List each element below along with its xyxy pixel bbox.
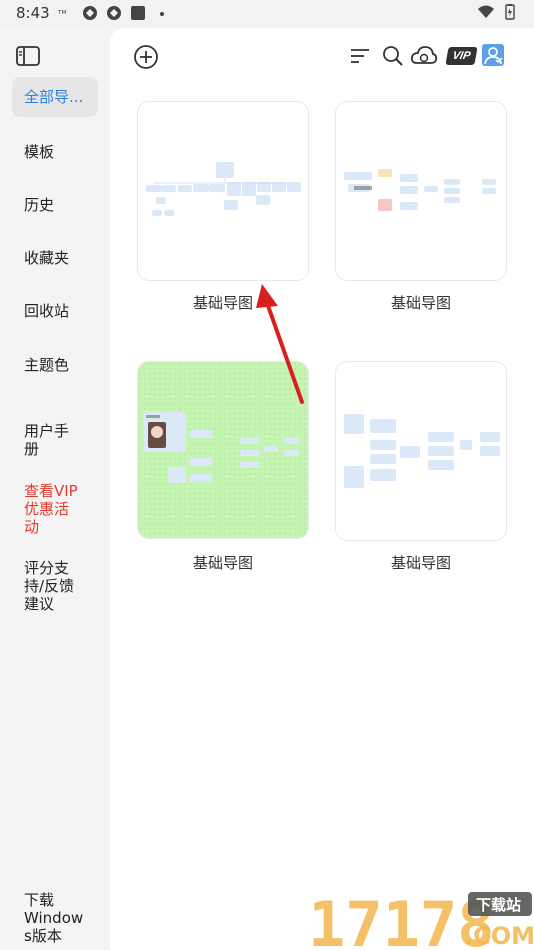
- card-title: 基础导图: [390, 294, 451, 312]
- sort-icon[interactable]: [350, 47, 370, 65]
- sidebar-item-history[interactable]: 历史: [12, 196, 98, 214]
- sidebar-item-vip-offer[interactable]: 查看VIP 优惠活 动: [12, 464, 98, 536]
- sidebar-item-label: 全部导...: [24, 88, 84, 106]
- sidebar-item-recycle-bin[interactable]: 回收站: [12, 302, 98, 320]
- wifi-icon: [478, 5, 494, 18]
- card-title: 基础导图: [192, 554, 253, 572]
- sidebar-item-label: 用户手 册: [24, 422, 70, 458]
- add-icon[interactable]: [133, 44, 159, 70]
- sync-icon: [83, 6, 97, 20]
- status-bar: 8:43 ᵀᴹ: [0, 0, 534, 28]
- sidebar-item-label: 回收站: [24, 302, 70, 320]
- cloud-sync-icon[interactable]: [410, 44, 438, 68]
- status-time: 8:43: [16, 4, 50, 22]
- card-title: 基础导图: [390, 554, 451, 572]
- sidebar-item-label: 下载 Window s版本: [24, 891, 84, 945]
- dot-icon: [160, 12, 164, 16]
- mindmap-thumbnail: [146, 162, 301, 216]
- sidebar-item-download-windows[interactable]: 下载 Window s版本: [12, 873, 98, 945]
- status-notification-icons: ᵀᴹ: [58, 5, 170, 21]
- mindmap-card[interactable]: [335, 361, 507, 541]
- search-icon[interactable]: [382, 45, 404, 67]
- svg-text:ᵀᴹ: ᵀᴹ: [58, 10, 66, 20]
- sidebar-item-all-maps[interactable]: 全部导...: [12, 77, 98, 117]
- app-square-icon: [131, 6, 145, 20]
- battery-icon: [505, 4, 515, 20]
- main-content: VIP 基础导图 基础导图 基础导图 基础导图: [110, 28, 534, 950]
- watermark: 17178 下载站 .COM: [308, 888, 534, 950]
- sidebar-item-theme-color[interactable]: 主题色: [12, 356, 98, 374]
- network-tag-icon: ᵀᴹ: [58, 10, 66, 20]
- sidebar-item-rate-feedback[interactable]: 评分支 持/反馈 建议: [12, 541, 98, 613]
- watermark-logo: 17178 下载站 .COM: [308, 888, 534, 950]
- sidebar-item-label: 历史: [24, 196, 55, 214]
- sidebar-item-label: 查看VIP 优惠活 动: [24, 482, 78, 536]
- sidebar-toggle-icon[interactable]: [16, 46, 40, 66]
- vip-badge-label: VIP: [451, 50, 472, 62]
- mindmap-thumbnail: [344, 414, 500, 488]
- sidebar-item-label: 模板: [24, 143, 55, 161]
- vip-badge[interactable]: VIP: [445, 47, 478, 65]
- sidebar-item-label: 收藏夹: [24, 249, 70, 267]
- watermark-badge: 下载站: [476, 896, 521, 914]
- mindmap-card[interactable]: [335, 101, 507, 281]
- mindmap-card[interactable]: [137, 101, 309, 281]
- sidebar-item-templates[interactable]: 模板: [12, 143, 98, 161]
- annotation-arrow-icon: [256, 284, 304, 404]
- sidebar-item-label: 主题色: [24, 356, 70, 374]
- mindmap-thumbnail: [344, 169, 496, 211]
- status-system-icons: [478, 4, 518, 20]
- sidebar-item-label: 评分支 持/反馈 建议: [24, 559, 75, 613]
- sidebar-item-user-manual[interactable]: 用户手 册: [12, 404, 98, 458]
- sidebar: 全部导... 模板 历史 收藏夹 回收站 主题色 用户手 册 查看VIP 优惠活…: [0, 28, 110, 950]
- watermark-domain: .COM: [464, 922, 534, 950]
- user-account-icon[interactable]: [481, 43, 505, 67]
- sync-icon-2: [107, 6, 121, 20]
- sidebar-item-favorites[interactable]: 收藏夹: [12, 249, 98, 267]
